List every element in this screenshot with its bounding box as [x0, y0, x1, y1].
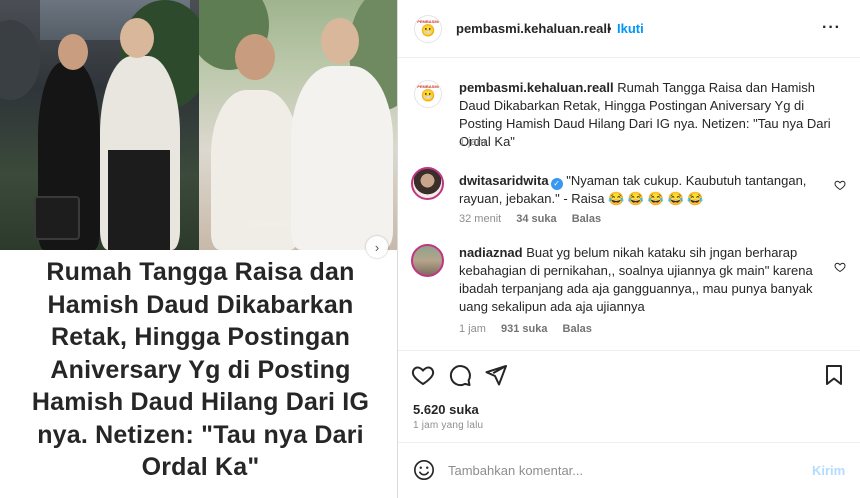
- comment-username[interactable]: nadiaznad: [459, 245, 523, 260]
- add-comment-divider: [398, 442, 860, 443]
- comment-likes[interactable]: 34 suka: [516, 213, 556, 225]
- photo-wedding-right: [199, 0, 397, 250]
- more-horizontal-icon[interactable]: ···: [822, 19, 841, 37]
- author-username[interactable]: pembasmi.kehaluan.reall: [456, 21, 611, 36]
- post-details-panel: PEMBASMI 😬 pembasmi.kehaluan.reall • Iku…: [398, 0, 860, 498]
- comment-text: nadiaznad Buat yg belum nikah kataku sih…: [459, 244, 831, 316]
- comment-meta: 32 menit 34 suka Balas: [459, 213, 613, 225]
- like-count[interactable]: 5.620 suka: [413, 402, 479, 417]
- commenter-avatar[interactable]: [411, 244, 444, 277]
- post-time-ago: 1 jam yang lalu: [413, 420, 484, 431]
- comment-text: dwitasaridwita ✓ "Nyaman tak cukup. Kaubu…: [459, 172, 831, 208]
- chevron-right-icon: ›: [374, 239, 380, 255]
- post-photo: IG @Pembasmi.kehaluan.reall ›: [0, 0, 397, 258]
- photo-watermark: IG @Pembasmi.kehaluan.reall: [245, 222, 327, 228]
- emoji-smiley-icon[interactable]: [413, 459, 435, 481]
- caption-avatar[interactable]: PEMBASMI 😬: [414, 80, 442, 108]
- commenter-avatar[interactable]: [411, 167, 444, 200]
- share-send-icon[interactable]: [484, 363, 508, 387]
- add-comment-input[interactable]: [448, 461, 798, 479]
- caption-text: pembasmi.kehaluan.reall Rumah Tangga Rai…: [459, 79, 849, 151]
- caption-username[interactable]: pembasmi.kehaluan.reall: [459, 80, 614, 95]
- post-comment-button[interactable]: Kirim: [812, 463, 845, 478]
- verified-badge-icon: ✓: [550, 178, 563, 190]
- comment-bubble-icon[interactable]: [448, 363, 472, 387]
- bookmark-icon[interactable]: [822, 363, 846, 387]
- photo-couple-left: [0, 0, 199, 250]
- post-media: IG @Pembasmi.kehaluan.reall › Rumah Tang…: [0, 0, 397, 498]
- comment-time: 32 menit: [459, 213, 502, 225]
- follow-button[interactable]: Ikuti: [617, 21, 644, 36]
- caption-time: 1 jam: [459, 136, 486, 148]
- comment-time: 1 jam: [459, 323, 486, 335]
- header-separator: •: [607, 21, 612, 36]
- comment-likes[interactable]: 931 suka: [501, 323, 547, 335]
- actions-divider: [398, 350, 860, 351]
- comment-username[interactable]: dwitasaridwita: [459, 173, 549, 188]
- logo-face-icon: 😬: [421, 89, 435, 102]
- next-image-button[interactable]: ›: [366, 236, 388, 258]
- like-heart-icon[interactable]: [411, 363, 435, 387]
- comment-meta: 1 jam 931 suka Balas: [459, 323, 604, 335]
- reply-button[interactable]: Balas: [572, 213, 601, 225]
- author-avatar[interactable]: PEMBASMI 😬: [414, 15, 442, 43]
- heart-icon[interactable]: [834, 179, 846, 191]
- media-headline: Rumah Tangga Raisa dan Hamish Daud Dikab…: [31, 258, 370, 481]
- post-header: PEMBASMI 😬 pembasmi.kehaluan.reall • Iku…: [398, 0, 860, 58]
- reply-button[interactable]: Balas: [563, 323, 592, 335]
- heart-icon[interactable]: [834, 261, 846, 273]
- logo-face-icon: 😬: [421, 24, 435, 37]
